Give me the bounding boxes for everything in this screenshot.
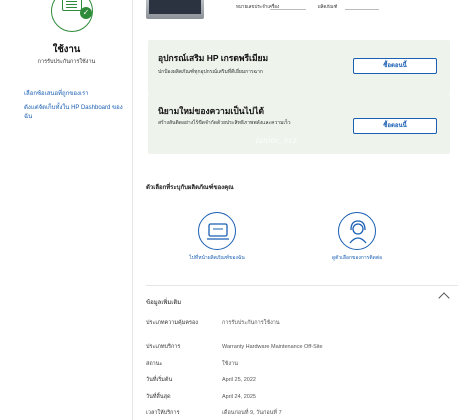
info-value: April 24, 2025 [222,394,256,400]
info-value: เดือนก่อนที่ 9, วันก่อนที่ 7 [222,410,282,416]
warranty-status-title: ใช้งาน [52,44,81,55]
promo-card-new-possibilities: นิยามใหม่ของความเป็นไปได้ สร้างสันติดอย่… [148,94,450,154]
info-label: ประเภทความคุ้มครอง [146,320,198,326]
info-value: Warranty Hardware Maintenance Off-Site [222,344,323,350]
serial-number-value-line [270,9,306,10]
promo-title: อุปกรณ์เสริม HP เกรดพรีเมียม [158,53,269,63]
info-value: April 25, 2022 [222,377,256,383]
warranty-status-sidebar: ✓ ใช้งาน การรับประกันการใช้งาน เลือกซ้อเ… [0,0,133,420]
info-label: ประเภทบริการ [146,344,181,350]
product-page-label: ไปที่หน้าผลิตภัณฑ์ของฉัน [189,255,245,261]
promo-title: นิยามใหม่ของความเป็นไปได้ [158,106,265,116]
warranty-status-icon: ✓ [51,0,93,34]
promo-card-accessories: อุปกรณ์เสริม HP เกรดพรีเมียม ปกป้องผลิตภ… [148,40,450,94]
contact-options-option[interactable]: ดูตัวเลือกของการติดต่อ [302,212,412,262]
laptop-image [146,0,204,19]
info-value: ใช้งาน [222,361,238,367]
product-label: ผลิตภัณฑ์ [318,4,338,9]
product-page-option[interactable]: ไปที่หน้าผลิตภัณฑ์ของฉัน [162,212,272,262]
main-content: หมายเลขประจำเครื่อง ผลิตภัณฑ์ อุปกรณ์เสร… [140,0,474,420]
promo-description: สร้างสันติดอย่างไร้ขีดจำกัดด้วยประสิทธิภ… [158,120,291,126]
warranty-status-subtitle: การรับประกันการใช้งาน [37,59,96,65]
info-label: สถานะ [146,361,163,367]
product-value-line [345,9,379,10]
product-page-icon [198,212,236,250]
info-label: วันที่เริ่มต้น [146,377,173,383]
chevron-up-icon[interactable] [438,292,450,304]
info-label: เวลาให้บริการ [146,410,180,416]
info-value: การรับประกันการใช้งาน [222,320,280,326]
info-label: วันที่สิ้นสุด [146,394,171,400]
support-agent-icon [338,212,376,250]
buy-now-button[interactable]: ซื้อตอนนี้ [353,118,437,134]
additional-info-header[interactable]: ข้อมูลเพิ่มเติม [146,297,181,307]
promo-description: ปกป้องผลิตภัณฑ์ทุกอุปกรณ์เสริมที่ดีเยี่ย… [158,69,263,75]
options-section-title: ตัวเลือกที่ระบุกับผลิตภัณฑ์ของคุณ [146,185,234,191]
watermark-text: junior_ocz [256,136,298,145]
contact-options-label: ดูตัวเลือกของการติดต่อ [331,255,383,261]
buy-now-button[interactable]: ซื้อตอนนี้ [353,58,437,74]
section-divider [146,285,458,286]
check-icon: ✓ [80,7,92,19]
save-to-dashboard-link[interactable]: ดังแต่จัดเก็บทั้งใน HP Dashboard ของฉัน [24,104,124,122]
view-offers-link[interactable]: เลือกซ้อเสนอที่ถูกของเรา [24,90,89,99]
